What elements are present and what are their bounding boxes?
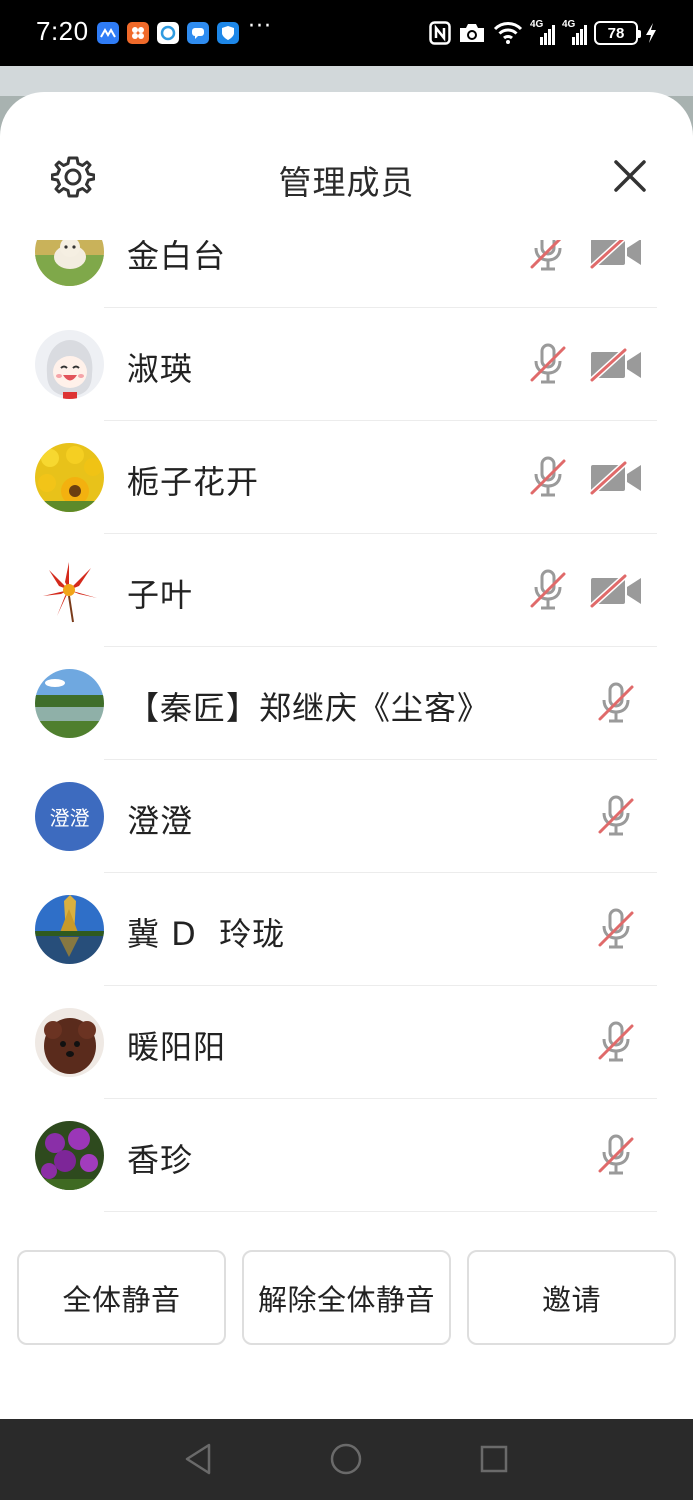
mic-muted-icon[interactable] [596, 681, 636, 725]
member-row[interactable]: 香珍 [0, 1099, 693, 1212]
mic-muted-icon[interactable] [596, 1020, 636, 1064]
member-list[interactable]: 金白台 淑瑛 栀子花开 子叶 【秦匠】郑继庆《尘客》 澄澄 澄澄 冀 D 玲珑 … [0, 240, 693, 1220]
network-label: 4G [562, 19, 576, 30]
back-button[interactable] [180, 1441, 216, 1477]
member-name: 子叶 [127, 576, 194, 614]
camera-icon [460, 24, 484, 42]
member-name: 栀子花开 [127, 463, 260, 501]
navigation-bar [0, 1419, 693, 1500]
app-icon [157, 22, 179, 44]
footer-actions: 全体静音 解除全体静音 邀请 [0, 1250, 693, 1346]
avatar [35, 669, 104, 738]
status-time: 7:20 [36, 16, 89, 46]
manage-members-sheet: 管理成员 金白台 淑瑛 栀子花开 子叶 【秦匠】郑继庆《尘客》 澄澄 澄澄 冀 … [0, 92, 693, 1419]
avatar [35, 330, 104, 399]
app-icon [217, 22, 239, 44]
signal-4g-icon: 4G [562, 19, 587, 45]
status-bar: 7:20 ··· 4G 4G 78 [0, 0, 693, 66]
status-more-icon: ··· [248, 14, 272, 39]
member-name: 暖阳阳 [127, 1028, 227, 1066]
member-name: 冀 D 玲珑 [127, 915, 286, 953]
mic-muted-icon[interactable] [528, 568, 568, 612]
avatar [35, 1121, 104, 1190]
signal-4g-icon: 4G [530, 19, 555, 45]
nfc-icon [429, 21, 451, 45]
avatar [35, 556, 104, 625]
wifi-icon [493, 22, 523, 44]
app-icon [97, 22, 119, 44]
member-row[interactable]: 【秦匠】郑继庆《尘客》 [0, 647, 693, 760]
battery-icon: 78 [594, 21, 641, 45]
member-row[interactable]: 子叶 [0, 534, 693, 647]
member-row[interactable]: 冀 D 玲珑 [0, 873, 693, 986]
unmute-all-button[interactable]: 解除全体静音 [242, 1250, 451, 1345]
row-divider [104, 1211, 657, 1212]
mic-muted-icon[interactable] [596, 907, 636, 951]
app-icon [187, 22, 209, 44]
member-row[interactable]: 暖阳阳 [0, 986, 693, 1099]
avatar [35, 895, 104, 964]
mic-muted-icon[interactable] [528, 342, 568, 386]
page-title: 管理成员 [278, 163, 415, 202]
member-row[interactable]: 淑瑛 [0, 308, 693, 421]
sheet-header: 管理成员 [0, 92, 693, 240]
member-name: 金白台 [127, 240, 227, 275]
network-label: 4G [530, 19, 544, 30]
avatar [35, 240, 104, 286]
camera-off-icon[interactable] [589, 461, 643, 495]
invite-button[interactable]: 邀请 [467, 1250, 676, 1345]
home-button[interactable] [328, 1441, 364, 1477]
battery-level: 78 [607, 24, 625, 42]
camera-off-icon[interactable] [589, 240, 643, 269]
mic-muted-icon[interactable] [596, 1133, 636, 1177]
recents-icon [480, 1445, 508, 1473]
camera-off-icon[interactable] [589, 348, 643, 382]
recents-button[interactable] [476, 1441, 512, 1477]
charging-icon [646, 23, 656, 43]
avatar-initials: 澄澄 [49, 806, 90, 830]
status-app-icons [97, 22, 239, 44]
member-name: 澄澄 [127, 802, 194, 840]
avatar [35, 1008, 104, 1077]
member-name: 香珍 [127, 1141, 194, 1179]
camera-off-icon[interactable] [589, 574, 643, 608]
member-row[interactable]: 金白台 [0, 240, 693, 308]
mic-muted-icon[interactable] [596, 794, 636, 838]
status-right: 4G 4G 78 [429, 18, 657, 48]
avatar [35, 443, 104, 512]
app-icon [127, 22, 149, 44]
member-row[interactable]: 澄澄 澄澄 [0, 760, 693, 873]
member-name: 淑瑛 [127, 350, 194, 388]
close-icon [614, 160, 646, 192]
back-icon [185, 1443, 211, 1475]
avatar: 澄澄 [35, 782, 104, 851]
mic-muted-icon[interactable] [528, 455, 568, 499]
mic-muted-icon[interactable] [528, 240, 568, 273]
member-row[interactable]: 栀子花开 [0, 421, 693, 534]
close-button[interactable] [606, 152, 654, 200]
mute-all-button[interactable]: 全体静音 [17, 1250, 226, 1345]
member-name: 【秦匠】郑继庆《尘客》 [127, 689, 491, 727]
home-icon [330, 1443, 362, 1475]
